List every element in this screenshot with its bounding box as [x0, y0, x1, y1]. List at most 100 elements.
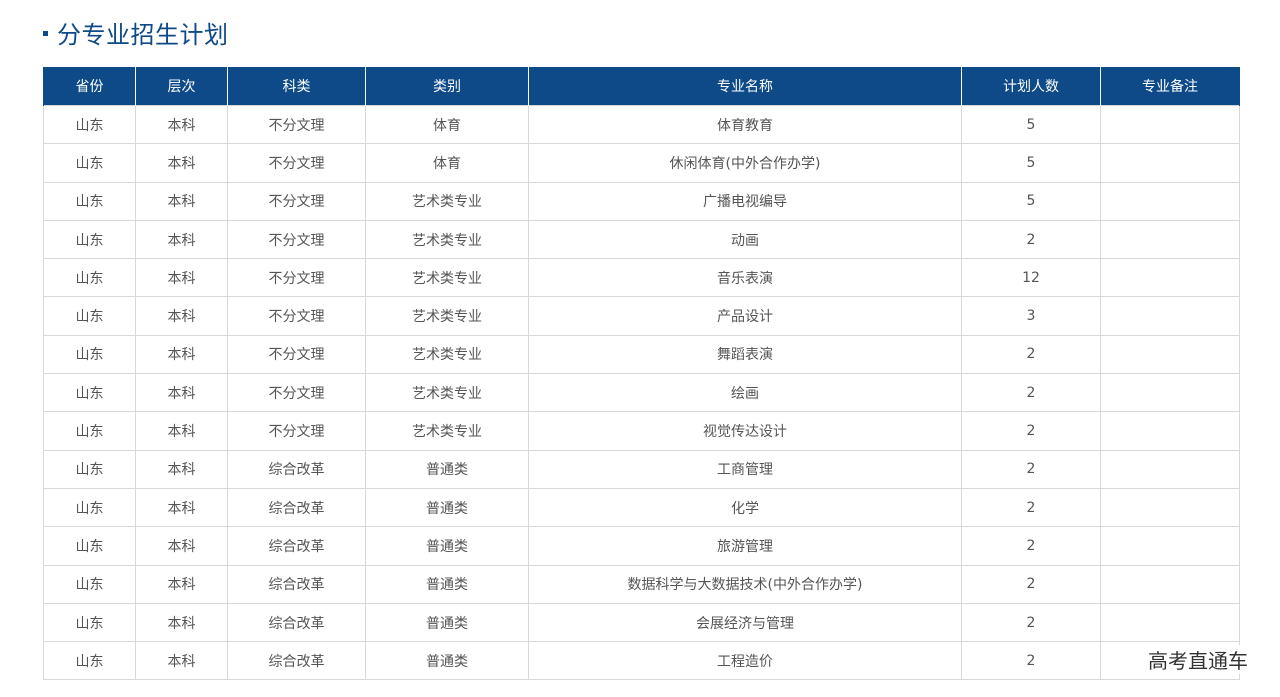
header-subject-type: 科类: [227, 67, 366, 106]
page-title: 分专业招生计划: [57, 20, 229, 49]
cell-plan-count: 2: [961, 373, 1101, 413]
cell-level: 本科: [135, 449, 228, 489]
cell-subject-type: 综合改革: [227, 564, 366, 604]
cell-major-note: [1100, 104, 1240, 145]
cell-major-note: [1100, 258, 1240, 298]
cell-province: 山东: [43, 143, 136, 183]
cell-major-note: [1100, 526, 1240, 566]
table-row: 山东 本科 不分文理 体育 体育教育 5: [43, 104, 1240, 145]
cell-plan-count: 2: [961, 449, 1101, 489]
cell-category: 普通类: [365, 449, 529, 489]
table-row: 山东 本科 综合改革 普通类 会展经济与管理 2: [43, 602, 1240, 643]
cell-major-name: 旅游管理: [528, 526, 962, 566]
cell-major-name: 数据科学与大数据技术(中外合作办学): [528, 564, 962, 604]
cell-major-name: 休闲体育(中外合作办学): [528, 143, 962, 183]
cell-level: 本科: [135, 373, 228, 413]
cell-level: 本科: [135, 334, 228, 375]
cell-major-name: 产品设计: [528, 296, 962, 336]
cell-major-name: 广播电视编导: [528, 181, 962, 221]
cell-level: 本科: [135, 258, 228, 298]
cell-category: 艺术类专业: [365, 411, 529, 451]
header-major-note: 专业备注: [1100, 67, 1240, 106]
cell-level: 本科: [135, 411, 228, 451]
cell-province: 山东: [43, 564, 136, 604]
cell-major-name: 工程造价: [528, 641, 962, 681]
cell-province: 山东: [43, 258, 136, 298]
cell-major-note: [1100, 373, 1240, 413]
cell-level: 本科: [135, 104, 228, 145]
cell-subject-type: 不分文理: [227, 258, 366, 298]
table-row: 山东 本科 不分文理 艺术类专业 舞蹈表演 2: [43, 334, 1240, 375]
cell-province: 山东: [43, 181, 136, 221]
table-row: 山东 本科 综合改革 普通类 旅游管理 2: [43, 526, 1240, 566]
cell-province: 山东: [43, 334, 136, 375]
cell-province: 山东: [43, 487, 136, 528]
cell-major-note: [1100, 181, 1240, 221]
cell-category: 体育: [365, 104, 529, 145]
header-category: 类别: [365, 67, 529, 106]
cell-province: 山东: [43, 526, 136, 566]
cell-category: 艺术类专业: [365, 373, 529, 413]
cell-major-note: [1100, 602, 1240, 643]
cell-category: 艺术类专业: [365, 258, 529, 298]
cell-level: 本科: [135, 564, 228, 604]
cell-category: 普通类: [365, 641, 529, 681]
table-row: 山东 本科 不分文理 艺术类专业 绘画 2: [43, 373, 1240, 413]
cell-major-note: [1100, 219, 1240, 260]
cell-subject-type: 不分文理: [227, 334, 366, 375]
cell-province: 山东: [43, 449, 136, 489]
cell-subject-type: 综合改革: [227, 487, 366, 528]
cell-major-name: 舞蹈表演: [528, 334, 962, 375]
cell-plan-count: 2: [961, 487, 1101, 528]
cell-major-name: 化学: [528, 487, 962, 528]
cell-subject-type: 综合改革: [227, 526, 366, 566]
table-row: 山东 本科 不分文理 艺术类专业 广播电视编导 5: [43, 181, 1240, 221]
table-header-row: 省份 层次 科类 类别 专业名称 计划人数 专业备注: [43, 67, 1240, 106]
cell-major-note: [1100, 564, 1240, 604]
cell-plan-count: 12: [961, 258, 1101, 298]
cell-subject-type: 综合改革: [227, 449, 366, 489]
cell-province: 山东: [43, 411, 136, 451]
header-level: 层次: [135, 67, 228, 106]
cell-plan-count: 2: [961, 334, 1101, 375]
cell-level: 本科: [135, 526, 228, 566]
cell-level: 本科: [135, 143, 228, 183]
cell-province: 山东: [43, 219, 136, 260]
cell-plan-count: 2: [961, 219, 1101, 260]
cell-major-name: 视觉传达设计: [528, 411, 962, 451]
table-row: 山东 本科 不分文理 艺术类专业 音乐表演 12: [43, 258, 1240, 298]
cell-subject-type: 综合改革: [227, 602, 366, 643]
table-row: 山东 本科 不分文理 艺术类专业 动画 2: [43, 219, 1240, 260]
enrollment-plan-table: 省份 层次 科类 类别 专业名称 计划人数 专业备注 山东 本科 不分文理 体育 体育教…: [43, 67, 1240, 681]
cell-subject-type: 不分文理: [227, 143, 366, 183]
cell-major-name: 动画: [528, 219, 962, 260]
cell-subject-type: 综合改革: [227, 641, 366, 681]
cell-major-note: [1100, 411, 1240, 451]
cell-plan-count: 2: [961, 564, 1101, 604]
cell-category: 艺术类专业: [365, 181, 529, 221]
table-row: 山东 本科 综合改革 普通类 化学 2: [43, 487, 1240, 528]
cell-level: 本科: [135, 181, 228, 221]
cell-subject-type: 不分文理: [227, 411, 366, 451]
table-row: 山东 本科 综合改革 普通类 工程造价 2: [43, 641, 1240, 681]
table-row: 山东 本科 不分文理 艺术类专业 视觉传达设计 2: [43, 411, 1240, 451]
cell-province: 山东: [43, 641, 136, 681]
cell-category: 艺术类专业: [365, 334, 529, 375]
cell-major-name: 体育教育: [528, 104, 962, 145]
header-major-name: 专业名称: [528, 67, 962, 106]
cell-subject-type: 不分文理: [227, 219, 366, 260]
cell-province: 山东: [43, 602, 136, 643]
cell-major-note: [1100, 487, 1240, 528]
cell-major-name: 音乐表演: [528, 258, 962, 298]
cell-category: 艺术类专业: [365, 296, 529, 336]
cell-plan-count: 5: [961, 104, 1101, 145]
table-row: 山东 本科 综合改革 普通类 数据科学与大数据技术(中外合作办学) 2: [43, 564, 1240, 604]
cell-level: 本科: [135, 602, 228, 643]
cell-plan-count: 5: [961, 143, 1101, 183]
table-row: 山东 本科 综合改革 普通类 工商管理 2: [43, 449, 1240, 489]
cell-level: 本科: [135, 641, 228, 681]
cell-category: 体育: [365, 143, 529, 183]
table-body: 山东 本科 不分文理 体育 体育教育 5 山东 本科 不分文理 体育 休闲体育(中外合作办学) 5 山东…: [43, 104, 1240, 681]
cell-category: 普通类: [365, 564, 529, 604]
cell-plan-count: 2: [961, 641, 1101, 681]
